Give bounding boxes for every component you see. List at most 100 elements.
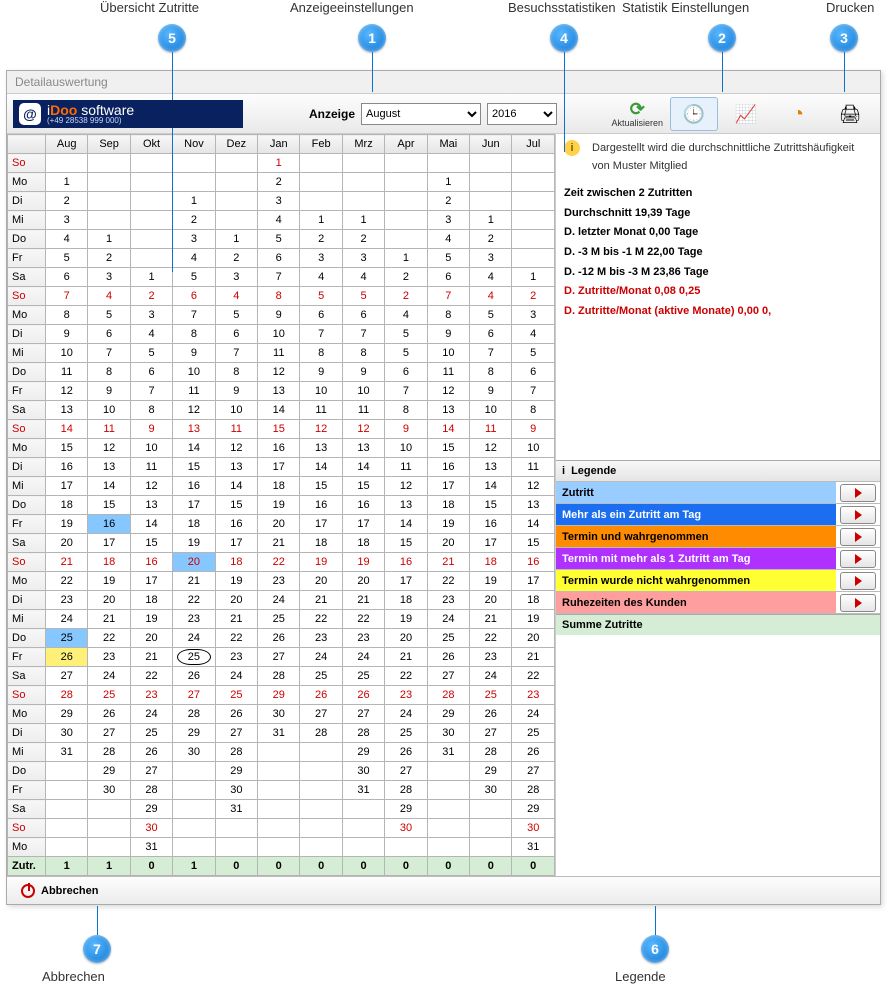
day-cell[interactable] — [300, 154, 342, 173]
day-cell[interactable]: 19 — [342, 553, 384, 572]
day-cell[interactable]: 5 — [342, 287, 384, 306]
day-cell[interactable] — [470, 800, 512, 819]
day-cell[interactable]: 3 — [342, 249, 384, 268]
day-cell[interactable]: 21 — [215, 610, 257, 629]
day-cell[interactable]: 13 — [46, 401, 88, 420]
day-cell[interactable]: 11 — [300, 401, 342, 420]
day-cell[interactable]: 4 — [470, 268, 512, 287]
day-cell[interactable]: 21 — [385, 648, 427, 667]
day-cell[interactable] — [342, 800, 384, 819]
day-cell[interactable]: 30 — [258, 705, 300, 724]
day-cell[interactable]: 16 — [130, 553, 172, 572]
day-cell[interactable]: 7 — [173, 306, 215, 325]
day-cell[interactable] — [342, 154, 384, 173]
day-cell[interactable]: 18 — [300, 534, 342, 553]
day-cell[interactable]: 29 — [258, 686, 300, 705]
day-cell[interactable]: 25 — [88, 686, 130, 705]
day-cell[interactable] — [342, 192, 384, 211]
day-cell[interactable]: 6 — [300, 306, 342, 325]
day-cell[interactable]: 2 — [258, 173, 300, 192]
day-cell[interactable]: 15 — [215, 496, 257, 515]
day-cell[interactable]: 8 — [512, 401, 555, 420]
day-cell[interactable]: 22 — [427, 572, 469, 591]
day-cell[interactable]: 3 — [427, 211, 469, 230]
day-cell[interactable] — [46, 762, 88, 781]
day-cell[interactable]: 15 — [173, 458, 215, 477]
day-cell[interactable] — [130, 154, 172, 173]
day-cell[interactable]: 21 — [88, 610, 130, 629]
day-cell[interactable]: 16 — [215, 515, 257, 534]
day-cell[interactable] — [427, 819, 469, 838]
day-cell[interactable]: 8 — [46, 306, 88, 325]
day-cell[interactable]: 28 — [300, 724, 342, 743]
day-cell[interactable]: 10 — [46, 344, 88, 363]
day-cell[interactable]: 26 — [258, 629, 300, 648]
day-cell[interactable]: 1 — [258, 154, 300, 173]
day-cell[interactable]: 22 — [300, 610, 342, 629]
day-cell[interactable]: 5 — [215, 306, 257, 325]
day-cell[interactable] — [427, 762, 469, 781]
day-cell[interactable]: 17 — [512, 572, 555, 591]
day-cell[interactable]: 13 — [258, 382, 300, 401]
day-cell[interactable]: 4 — [130, 325, 172, 344]
day-cell[interactable]: 19 — [173, 534, 215, 553]
day-cell[interactable]: 13 — [88, 458, 130, 477]
day-cell[interactable]: 25 — [215, 686, 257, 705]
day-cell[interactable] — [130, 211, 172, 230]
day-cell[interactable]: 17 — [130, 572, 172, 591]
day-cell[interactable]: 23 — [512, 686, 555, 705]
legend-play-button[interactable] — [840, 550, 876, 568]
day-cell[interactable]: 12 — [88, 439, 130, 458]
day-cell[interactable]: 1 — [512, 268, 555, 287]
day-cell[interactable] — [512, 192, 555, 211]
refresh-button[interactable]: Aktualisieren — [608, 97, 666, 131]
day-cell[interactable]: 5 — [427, 249, 469, 268]
day-cell[interactable]: 1 — [88, 230, 130, 249]
day-cell[interactable]: 11 — [385, 458, 427, 477]
day-cell[interactable]: 20 — [215, 591, 257, 610]
day-cell[interactable]: 9 — [300, 363, 342, 382]
day-cell[interactable]: 4 — [300, 268, 342, 287]
cancel-button[interactable]: Abbrechen — [15, 882, 104, 900]
day-cell[interactable]: 27 — [258, 648, 300, 667]
day-cell[interactable]: 25 — [385, 724, 427, 743]
day-cell[interactable]: 3 — [300, 249, 342, 268]
day-cell[interactable] — [385, 154, 427, 173]
day-cell[interactable]: 25 — [258, 610, 300, 629]
day-cell[interactable]: 22 — [258, 553, 300, 572]
day-cell[interactable]: 9 — [130, 420, 172, 439]
day-cell[interactable]: 20 — [173, 553, 215, 572]
day-cell[interactable] — [512, 154, 555, 173]
day-cell[interactable]: 9 — [46, 325, 88, 344]
day-cell[interactable] — [173, 800, 215, 819]
day-cell[interactable]: 13 — [427, 401, 469, 420]
day-cell[interactable]: 5 — [173, 268, 215, 287]
day-cell[interactable]: 27 — [342, 705, 384, 724]
day-cell[interactable]: 24 — [258, 591, 300, 610]
day-cell[interactable] — [385, 192, 427, 211]
day-cell[interactable]: 19 — [300, 553, 342, 572]
day-cell[interactable]: 7 — [258, 268, 300, 287]
day-cell[interactable]: 22 — [173, 591, 215, 610]
day-cell[interactable]: 13 — [130, 496, 172, 515]
day-cell[interactable]: 14 — [173, 439, 215, 458]
day-cell[interactable]: 7 — [46, 287, 88, 306]
day-cell[interactable]: 8 — [427, 306, 469, 325]
day-cell[interactable]: 5 — [130, 344, 172, 363]
day-cell[interactable]: 18 — [427, 496, 469, 515]
day-cell[interactable] — [88, 192, 130, 211]
day-cell[interactable]: 16 — [427, 458, 469, 477]
day-cell[interactable]: 26 — [215, 705, 257, 724]
day-cell[interactable]: 3 — [258, 192, 300, 211]
day-cell[interactable]: 17 — [427, 477, 469, 496]
day-cell[interactable]: 11 — [46, 363, 88, 382]
day-cell[interactable]: 27 — [512, 762, 555, 781]
day-cell[interactable]: 20 — [342, 572, 384, 591]
day-cell[interactable]: 9 — [470, 382, 512, 401]
day-cell[interactable]: 14 — [427, 420, 469, 439]
day-cell[interactable]: 6 — [46, 268, 88, 287]
day-cell[interactable]: 12 — [427, 382, 469, 401]
day-cell[interactable] — [300, 743, 342, 762]
day-cell[interactable]: 23 — [88, 648, 130, 667]
day-cell[interactable] — [470, 154, 512, 173]
